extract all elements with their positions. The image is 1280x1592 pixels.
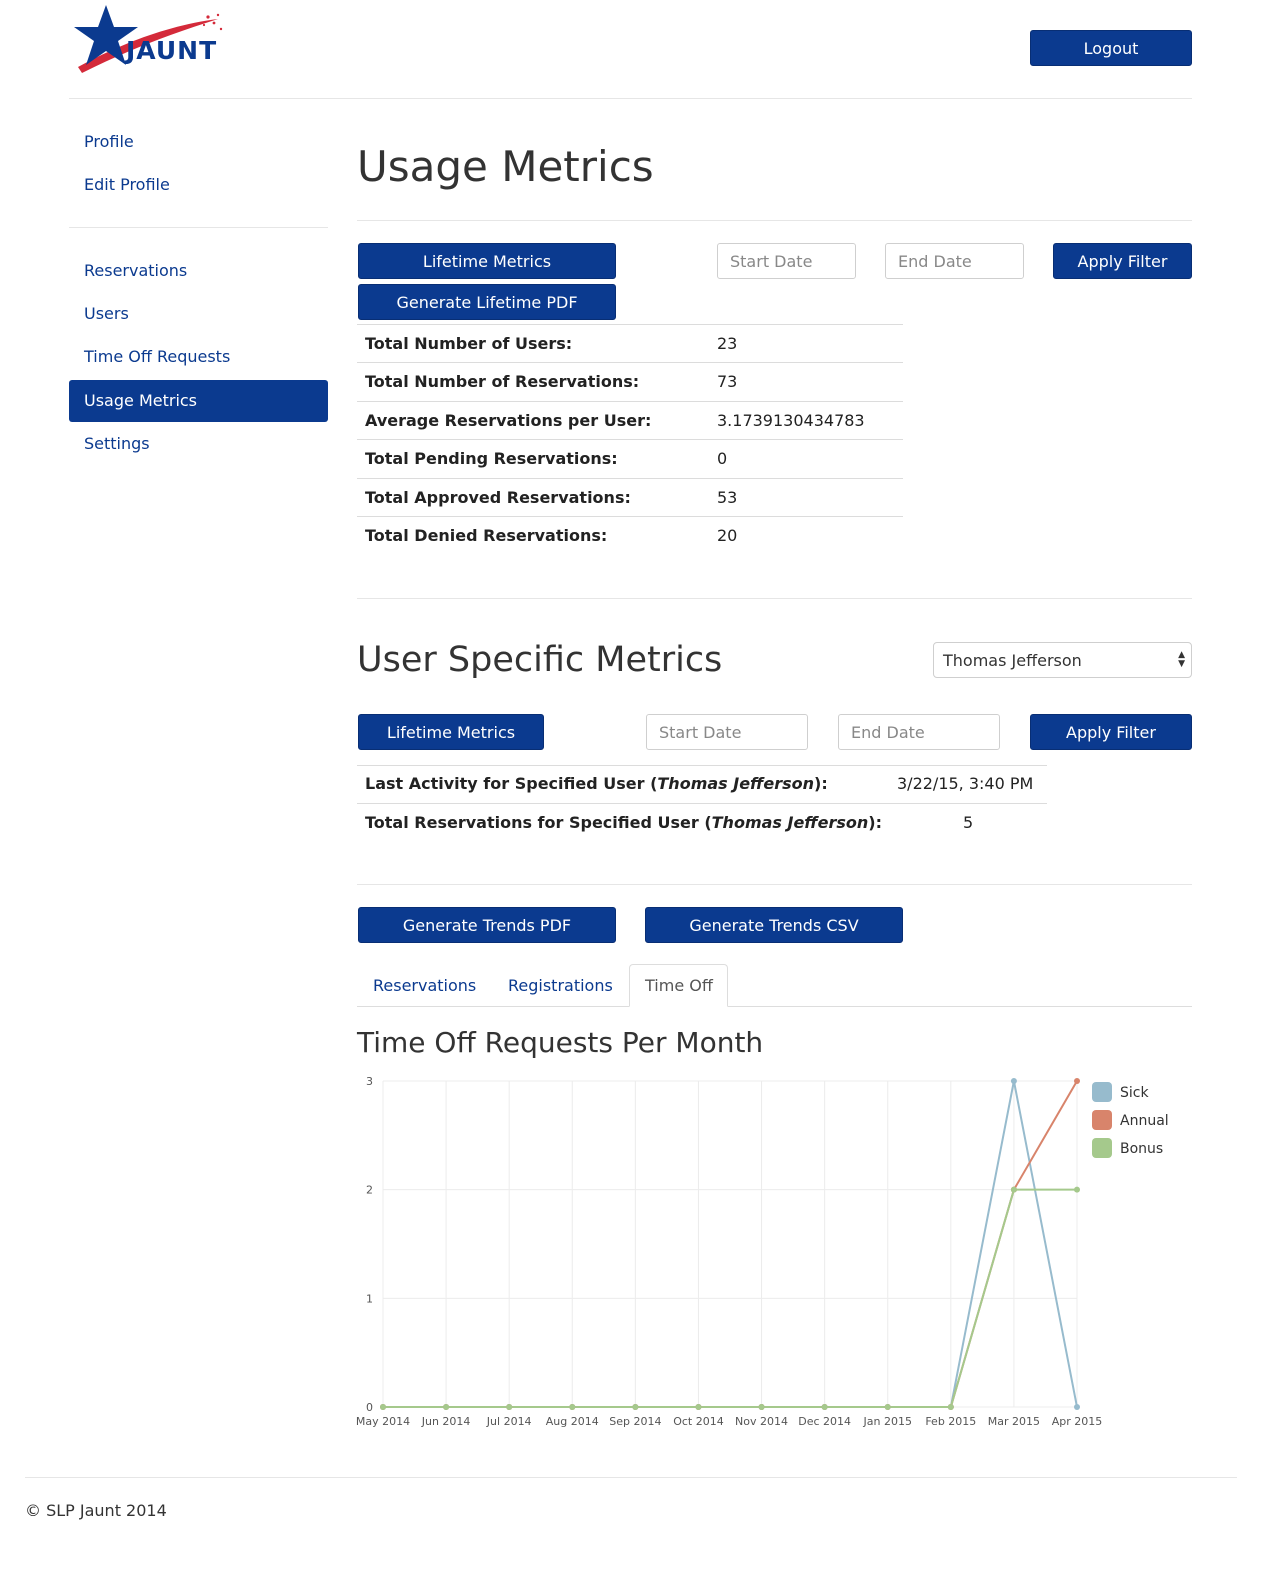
legend-swatch-annual <box>1092 1110 1112 1130</box>
user-select[interactable]: Thomas Jefferson ▲ ▼ <box>933 642 1192 678</box>
metric-label: Average Reservations per User: <box>365 411 652 430</box>
tab-reservations[interactable]: Reservations <box>373 976 476 995</box>
data-point-sick <box>1074 1404 1080 1410</box>
time-off-chart: 0 1 2 3 May 2014 Jun 2014 Jul 2014 Aug 2014 Sep … <box>356 1075 1169 1428</box>
tab-time-off[interactable]: Time Off <box>629 964 728 1007</box>
legend-label-bonus: Bonus <box>1120 1141 1163 1157</box>
user-metrics-title: User Specific Metrics <box>357 640 723 680</box>
sidebar-item-reservations[interactable]: Reservations <box>84 261 187 280</box>
data-point-bonus <box>884 1404 891 1410</box>
sidebar-item-time-off-requests[interactable]: Time Off Requests <box>84 347 230 366</box>
apply-filter-button[interactable]: Apply Filter <box>1053 243 1192 279</box>
sidebar-item-edit-profile[interactable]: Edit Profile <box>84 175 170 194</box>
y-tick-label: 1 <box>366 1292 373 1305</box>
chart-title: Time Off Requests Per Month <box>357 1026 764 1059</box>
last-activity-value: 3/22/15, 3:40 PM <box>897 774 1034 793</box>
x-tick-label: May 2014 <box>356 1415 410 1428</box>
metric-value: 73 <box>717 372 738 391</box>
metric-label: Total Number of Reservations: <box>365 372 640 391</box>
x-tick-label: Jun 2014 <box>421 1415 471 1428</box>
select-arrows-icon: ▲ ▼ <box>1178 650 1185 669</box>
x-tick-label: Oct 2014 <box>673 1415 724 1428</box>
data-point-sick <box>1010 1078 1017 1084</box>
footer-text: © SLP Jaunt 2014 <box>25 1501 167 1520</box>
metric-value: 20 <box>717 526 738 545</box>
generate-trends-pdf-button[interactable]: Generate Trends PDF <box>358 907 616 943</box>
data-point-bonus <box>1074 1186 1080 1193</box>
legend-label-annual: Annual <box>1120 1113 1169 1129</box>
x-tick-label: Jul 2014 <box>486 1415 532 1428</box>
header-divider <box>69 98 1192 99</box>
legend-swatch-sick <box>1092 1082 1112 1102</box>
sidebar-item-label: Usage Metrics <box>84 391 198 410</box>
sidebar-item-settings[interactable]: Settings <box>84 434 150 453</box>
metric-value: 53 <box>717 488 738 507</box>
data-point-bonus <box>380 1404 386 1410</box>
y-tick-label: 2 <box>366 1184 373 1197</box>
metric-label: Total Denied Reservations: <box>365 526 608 545</box>
title-divider <box>357 220 1192 221</box>
logo-text: JAUNT <box>126 36 218 65</box>
metric-value: 0 <box>717 449 728 468</box>
data-point-bonus <box>758 1404 765 1410</box>
user-start-date-input[interactable] <box>646 714 808 750</box>
start-date-input[interactable] <box>717 243 856 279</box>
legend-swatch-bonus <box>1092 1138 1112 1158</box>
series-line-sick <box>383 1080 1078 1408</box>
sidebar-item-usage-metrics[interactable]: Usage Metrics <box>69 380 328 422</box>
data-point-bonus <box>947 1404 954 1410</box>
data-point-annual <box>1074 1078 1080 1084</box>
user-name: Thomas Jefferson <box>657 774 815 793</box>
user-select-value: Thomas Jefferson <box>943 651 1082 670</box>
total-reservations-label: Total Reservations for Specified User (T… <box>365 813 882 832</box>
user-lifetime-metrics-button[interactable]: Lifetime Metrics <box>358 714 544 750</box>
x-tick-label: Nov 2014 <box>735 1415 788 1428</box>
data-point-bonus <box>695 1404 702 1410</box>
sidebar-item-users[interactable]: Users <box>84 304 129 323</box>
metric-label: Total Number of Users: <box>365 334 573 353</box>
metric-label: Total Pending Reservations: <box>365 449 618 468</box>
x-tick-label: Feb 2015 <box>925 1415 976 1428</box>
series-line-annual <box>383 1080 1078 1408</box>
data-point-bonus <box>569 1404 576 1410</box>
page-title: Usage Metrics <box>357 142 654 191</box>
data-point-bonus <box>1010 1186 1017 1193</box>
x-tick-label: Apr 2015 <box>1052 1415 1103 1428</box>
section-divider-2 <box>357 884 1192 885</box>
metric-label: Total Approved Reservations: <box>365 488 631 507</box>
x-tick-label: Dec 2014 <box>798 1415 851 1428</box>
jaunt-logo[interactable]: JAUNT <box>68 5 228 77</box>
metric-value: 23 <box>717 334 738 353</box>
data-point-bonus <box>443 1404 450 1410</box>
end-date-input[interactable] <box>885 243 1024 279</box>
tab-registrations[interactable]: Registrations <box>508 976 613 995</box>
logout-button[interactable]: Logout <box>1030 30 1192 66</box>
x-tick-label: Jan 2015 <box>863 1415 912 1428</box>
legend-label-sick: Sick <box>1120 1085 1149 1101</box>
sidebar-item-profile[interactable]: Profile <box>84 132 134 151</box>
x-tick-label: Aug 2014 <box>546 1415 599 1428</box>
generate-lifetime-pdf-button[interactable]: Generate Lifetime PDF <box>358 284 616 320</box>
user-name: Thomas Jefferson <box>711 813 869 832</box>
data-point-bonus <box>821 1404 828 1410</box>
x-tick-label: Sep 2014 <box>609 1415 661 1428</box>
data-point-bonus <box>632 1404 639 1410</box>
y-tick-label: 3 <box>366 1075 373 1088</box>
tab-label: Time Off <box>645 976 713 995</box>
x-tick-label: Mar 2015 <box>988 1415 1040 1428</box>
section-divider <box>357 598 1192 599</box>
user-apply-filter-button[interactable]: Apply Filter <box>1030 714 1192 750</box>
total-reservations-value: 5 <box>963 813 974 832</box>
sidebar-divider <box>69 227 328 228</box>
metric-value: 3.1739130434783 <box>717 411 865 430</box>
last-activity-label: Last Activity for Specified User (Thomas… <box>365 774 828 793</box>
y-tick-label: 0 <box>366 1401 373 1414</box>
user-end-date-input[interactable] <box>838 714 1000 750</box>
footer-divider <box>25 1477 1237 1478</box>
lifetime-metrics-button[interactable]: Lifetime Metrics <box>358 243 616 279</box>
data-point-bonus <box>506 1404 513 1410</box>
generate-trends-csv-button[interactable]: Generate Trends CSV <box>645 907 903 943</box>
